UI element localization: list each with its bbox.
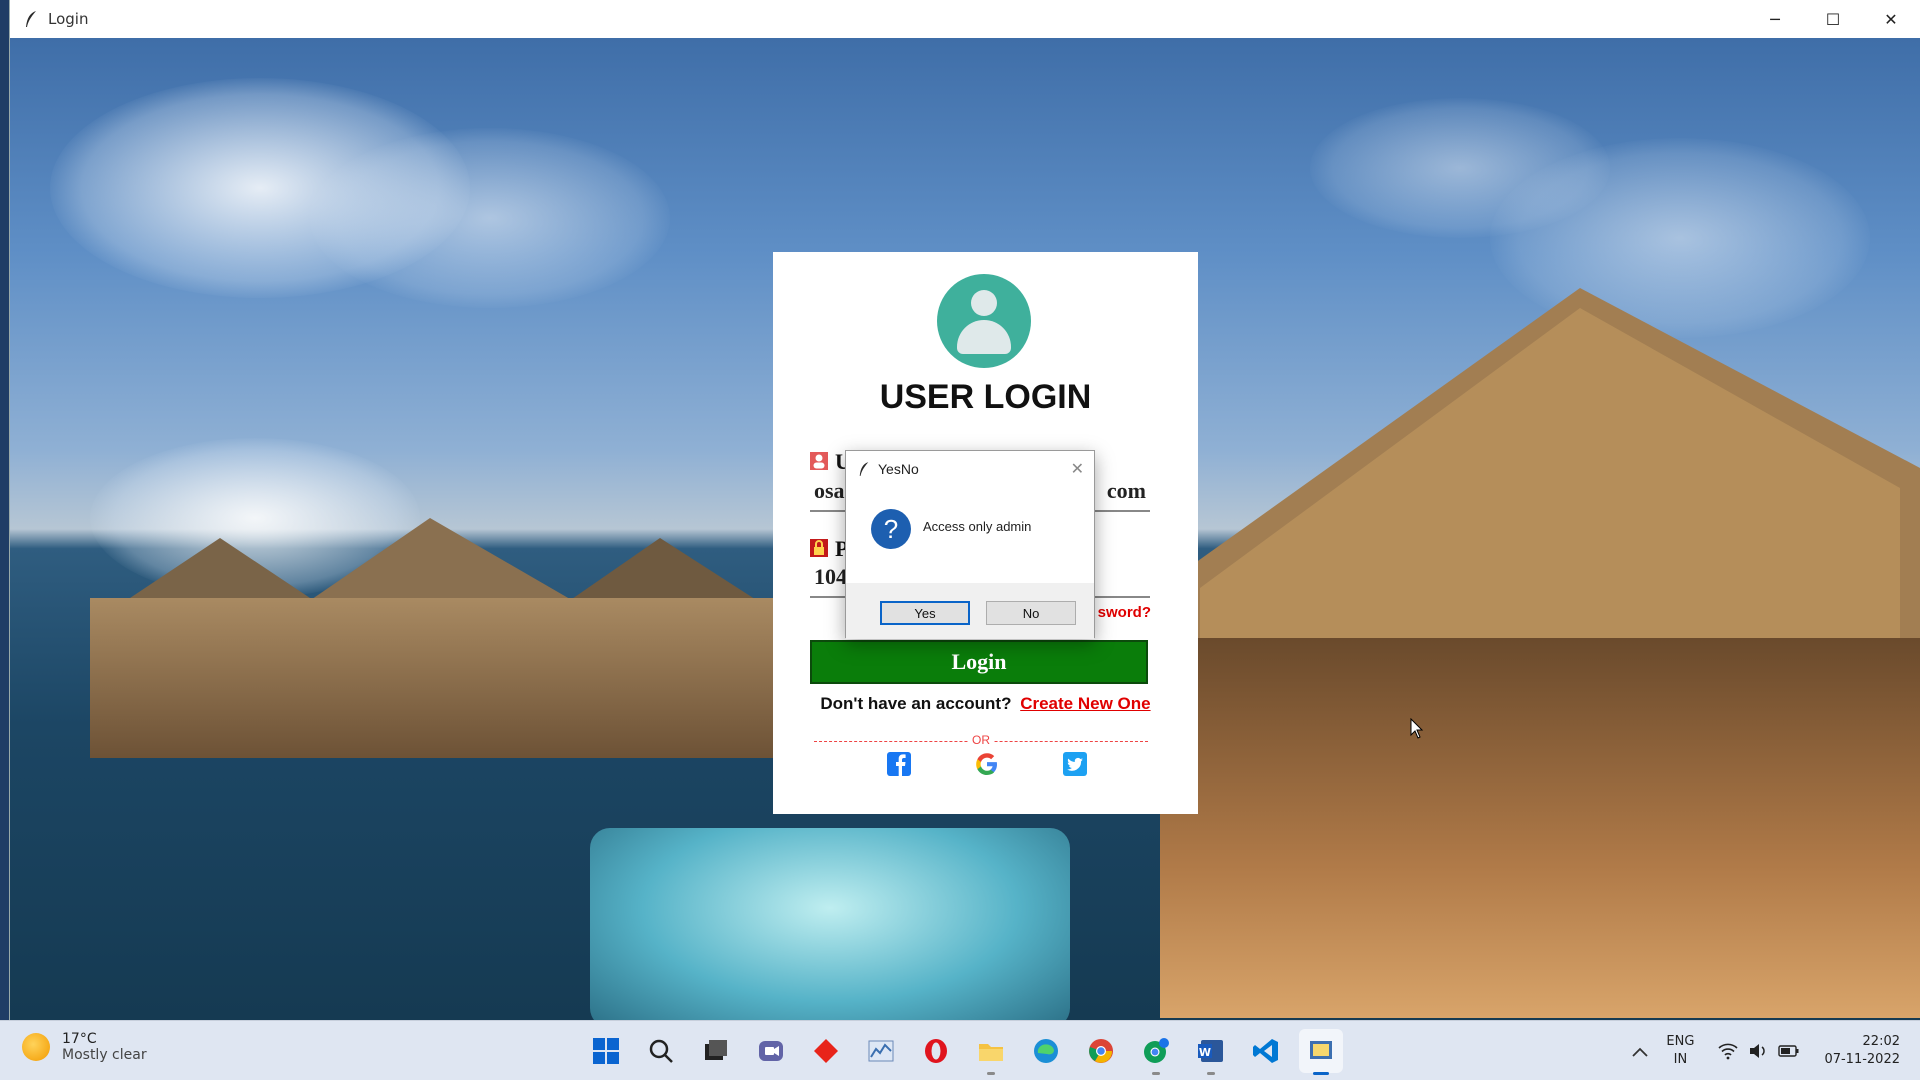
edge-icon[interactable] <box>1024 1029 1068 1073</box>
google-icon[interactable] <box>973 750 1001 778</box>
create-account-link[interactable]: Create New One <box>1020 694 1150 713</box>
feather-icon <box>26 11 36 27</box>
dialog-message: Access only admin <box>923 519 1032 534</box>
opera-icon[interactable] <box>914 1029 958 1073</box>
weather-desc: Mostly clear <box>62 1047 147 1063</box>
chrome-profile-icon[interactable] <box>1134 1029 1178 1075</box>
clock-time: 22:02 <box>1862 1034 1900 1049</box>
facebook-icon[interactable] <box>885 750 913 778</box>
lock-icon <box>810 539 828 557</box>
dialog-title: YesNo <box>878 461 919 477</box>
window-title: Login <box>48 10 89 28</box>
signup-text: Don't have an account? <box>820 694 1012 713</box>
forgot-password-link[interactable]: sword? <box>1098 604 1151 621</box>
clock[interactable]: 22:02 07-11-2022 <box>1824 1033 1900 1069</box>
feather-icon <box>859 462 869 476</box>
password-value: 104 <box>814 564 847 589</box>
wifi-icon <box>1718 1043 1738 1060</box>
vscode-icon[interactable] <box>1244 1029 1288 1073</box>
battery-icon <box>1778 1045 1799 1057</box>
svg-text:W: W <box>1199 1046 1211 1059</box>
taskbar-apps: W <box>584 1029 1354 1075</box>
question-icon: ? <box>871 509 911 549</box>
python-app-icon[interactable] <box>1299 1029 1343 1075</box>
weather-moon-icon <box>22 1033 50 1061</box>
lang-line2: IN <box>1673 1052 1688 1067</box>
dialog-close-button[interactable]: ✕ <box>1071 459 1084 478</box>
user-avatar-icon <box>937 274 1031 368</box>
chrome-icon[interactable] <box>1079 1029 1123 1073</box>
system-tray: ENG IN 22:02 07-11-2022 <box>1632 1021 1920 1080</box>
login-title: USER LOGIN <box>879 378 1092 416</box>
dialog-body: ? Access only admin <box>846 487 1094 583</box>
file-explorer-icon[interactable] <box>969 1029 1013 1075</box>
lang-line1: ENG <box>1666 1034 1695 1049</box>
taskbar: 17°C Mostly clear W ENG IN 22:02 07-11-2… <box>0 1020 1920 1080</box>
twitter-icon[interactable] <box>1061 750 1089 778</box>
user-icon <box>810 452 828 470</box>
signup-row: Don't have an account? Create New One <box>773 694 1198 714</box>
dialog-titlebar[interactable]: YesNo ✕ <box>846 451 1094 487</box>
maximize-button[interactable]: ☐ <box>1804 0 1862 38</box>
start-icon[interactable] <box>584 1029 628 1073</box>
yesno-dialog: YesNo ✕ ? Access only admin Yes No <box>845 450 1095 639</box>
weather-temp: 17°C <box>62 1031 97 1047</box>
username-value: osa <box>814 478 845 503</box>
chevron-up-icon[interactable] <box>1632 1042 1649 1061</box>
mouse-cursor-icon <box>1410 718 1424 739</box>
yes-button[interactable]: Yes <box>880 601 970 625</box>
volume-icon <box>1750 1044 1766 1058</box>
username-value-tail: com <box>1106 478 1146 503</box>
task-view-icon[interactable] <box>694 1029 738 1073</box>
or-label: OR <box>969 733 993 747</box>
stock-app-icon[interactable] <box>859 1029 903 1073</box>
window-titlebar[interactable]: Login ─ ☐ ✕ <box>10 0 1920 38</box>
login-button[interactable]: Login <box>810 640 1148 684</box>
system-icons[interactable] <box>1718 1042 1800 1060</box>
close-button[interactable]: ✕ <box>1862 0 1920 38</box>
weather-widget[interactable]: 17°C Mostly clear <box>22 1031 147 1063</box>
teams-chat-icon[interactable] <box>749 1029 793 1073</box>
no-button[interactable]: No <box>986 601 1076 625</box>
diamond-app-icon[interactable] <box>804 1029 848 1073</box>
word-icon[interactable]: W <box>1189 1029 1233 1075</box>
language-indicator[interactable]: ENG IN <box>1666 1033 1694 1069</box>
minimize-button[interactable]: ─ <box>1746 0 1804 38</box>
dialog-footer: Yes No <box>846 583 1094 639</box>
or-divider: OR <box>814 733 1148 748</box>
clock-date: 07-11-2022 <box>1824 1052 1900 1067</box>
search-icon[interactable] <box>639 1029 683 1073</box>
